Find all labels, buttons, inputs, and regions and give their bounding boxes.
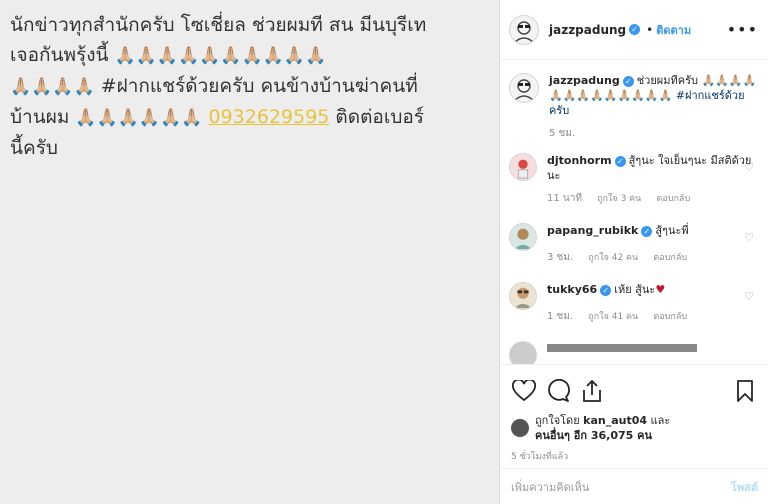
avatar-icon [514,228,532,250]
avatar-icon [513,79,535,102]
verified-badge-icon: ✓ [600,284,612,296]
avatar-icon [514,287,532,309]
avatar[interactable] [509,14,539,45]
separator-dot: • [646,22,654,37]
comment-text: เห้ย สู้นะ [614,283,656,296]
image-line-3: 🙏🏼🙏🏼🙏🏼🙏🏼 #ฝากแชร์ด้วยครับ คนข้างบ้านฆ่าค… [10,75,418,97]
comment-likes[interactable]: ถูกใจ 41 คน [588,312,638,322]
pray-emoji-row: 🙏🏼🙏🏼🙏🏼🙏🏼🙏🏼🙏🏼🙏🏼🙏🏼🙏🏼🙏🏼 [114,46,327,66]
comment-time: 1 ชม. [547,311,574,322]
post-header: jazzpadung ✓ • ติดตาม ••• [501,0,768,60]
truncated-comment-text [547,344,697,352]
post-comment-button[interactable]: โพสต์ [731,478,758,496]
comment-username[interactable]: djtonhorm [547,154,612,167]
avatar[interactable] [509,73,539,103]
like-comment-heart-icon[interactable]: ♡ [744,231,754,244]
caption-username[interactable]: jazzpadung [549,74,620,87]
follow-button[interactable]: ติดตาม [656,21,691,39]
avatar[interactable] [509,153,537,181]
comment-time: 3 ชม. [547,252,574,263]
post-side-panel: jazzpadung ✓ • ติดตาม ••• jazzpadung ✓ ช่ว… [501,0,768,504]
comment-input[interactable]: เพิ่มความคิดเห็น [511,478,731,496]
comment-likes[interactable]: ถูกใจ 42 คน [588,253,638,263]
image-line-4: บ้านผม 🙏🏼🙏🏼🙏🏼🙏🏼🙏🏼🙏🏼 0932629595 ติดต่อเบอ… [10,106,425,128]
pray-emoji-row: 🙏🏼🙏🏼🙏🏼🙏🏼🙏🏼🙏🏼 [75,108,203,128]
comment-bubble-icon[interactable] [545,378,571,404]
avatar-icon [513,20,535,44]
image-line-1: นักข่าวทุกสำนักครับ โซเชี่ยล ช่วยผมที สน… [10,14,427,36]
post-timestamp[interactable]: 5 ชั่วโมงที่แล้ว [511,449,758,463]
reply-button[interactable]: ตอบกลับ [657,194,691,204]
avatar[interactable] [509,223,537,251]
like-comment-heart-icon[interactable]: ♡ [744,161,754,174]
comment-text: สู้ๆนะพี่ [655,224,689,237]
pray-emoji-row: 🙏🏼🙏🏼🙏🏼🙏🏼 [10,77,95,97]
avatar-icon [517,159,529,179]
post-actions: ถูกใจโดย kan_aut04 และ คนอื่นๆ อีก 36,07… [501,364,768,463]
comment-item: tukky66 ✓ เห้ย สู้นะ♥ 1 ชม. ถูกใจ 41 คน ตอ… [509,282,758,325]
comment-item-partial [509,341,758,364]
header-username[interactable]: jazzpadung [549,23,626,37]
comment-item: papang_rubikk ✓ สู้ๆนะพี่ 3 ชม. ถูกใจ 42 ค… [509,223,758,266]
liker-avatar[interactable] [511,419,529,437]
comment-time: 11 นาที [547,193,582,204]
reply-button[interactable]: ตอบกลับ [653,312,687,322]
phone-number: 0932629595 [208,106,330,128]
share-icon[interactable] [579,378,605,404]
reply-button[interactable]: ตอบกลับ [653,253,687,263]
verified-badge-icon: ✓ [641,225,653,237]
comments-list[interactable]: jazzpadung ✓ ช่วยผมทีครับ 🙏🏼🙏🏼🙏🏼🙏🏼🙏🏼🙏🏼🙏🏼🙏🏼… [501,61,768,364]
verified-badge-icon: ✓ [622,75,634,87]
comment-username[interactable]: tukky66 [547,283,597,296]
like-heart-icon[interactable] [511,378,537,404]
verified-badge-icon: ✓ [614,155,626,167]
post-image-text: นักข่าวทุกสำนักครับ โซเชี่ยล ช่วยผมที สน… [10,10,485,163]
likes-count[interactable]: คนอื่นๆ อีก 36,075 คน [535,429,652,442]
avatar[interactable] [509,341,537,364]
comment-item: djtonhorm ✓ สู้ๆนะ ใจเย็นๆนะ มีสติด้วยนะ 1… [509,153,758,207]
post-image: นักข่าวทุกสำนักครับ โซเชี่ยล ช่วยผมที สน… [0,0,500,504]
more-options-icon[interactable]: ••• [727,20,758,39]
likes-summary: ถูกใจโดย kan_aut04 และ คนอื่นๆ อีก 36,07… [511,413,758,443]
avatar[interactable] [509,282,537,310]
caption: jazzpadung ✓ ช่วยผมทีครับ 🙏🏼🙏🏼🙏🏼🙏🏼🙏🏼🙏🏼🙏🏼🙏🏼… [509,73,758,141]
liker-username[interactable]: kan_aut04 [583,414,647,427]
red-heart-icon: ♥ [655,283,666,296]
verified-badge-icon: ✓ [629,24,641,35]
add-comment-bar: เพิ่มความคิดเห็น โพสต์ [501,468,768,504]
image-line-2: เจอกันพรุ้งนี้ 🙏🏼🙏🏼🙏🏼🙏🏼🙏🏼🙏🏼🙏🏼🙏🏼🙏🏼🙏🏼 [10,44,327,66]
image-line-5: นี้ครับ [10,137,58,159]
comment-likes[interactable]: ถูกใจ 3 คน [597,194,641,204]
caption-time: 5 ชม. [549,128,576,139]
bookmark-icon[interactable] [732,378,758,404]
like-comment-heart-icon[interactable]: ♡ [744,290,754,303]
comment-username[interactable]: papang_rubikk [547,224,638,237]
